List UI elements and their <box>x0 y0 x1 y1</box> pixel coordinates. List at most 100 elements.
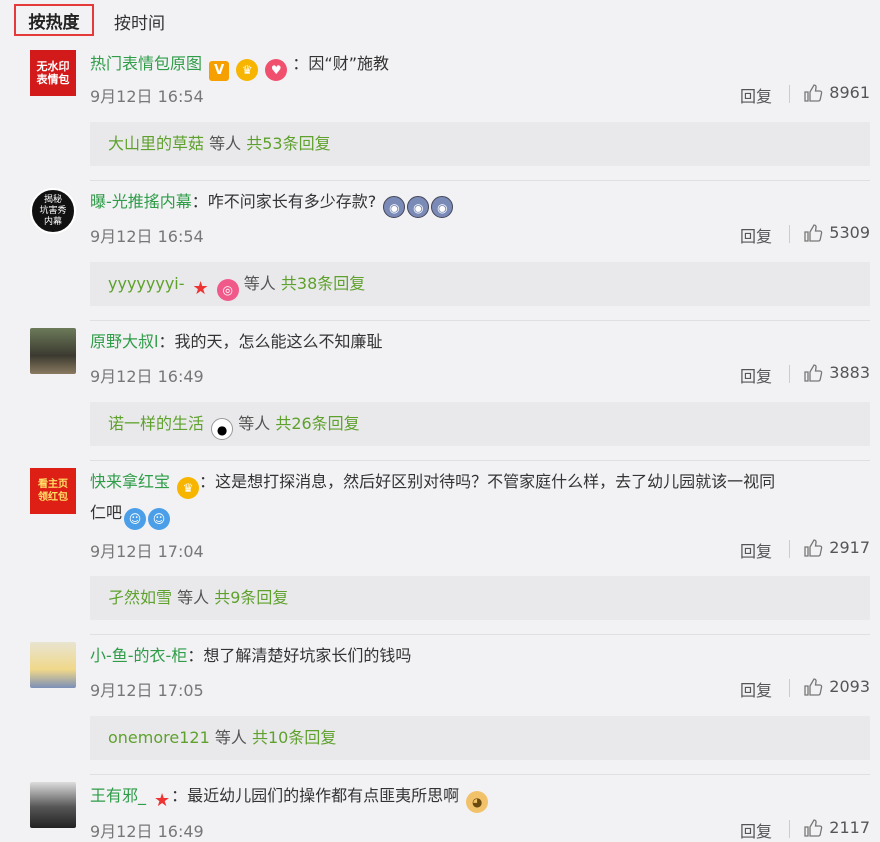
divider <box>789 679 790 697</box>
reply-count-link[interactable]: 共9条回复 <box>214 588 288 607</box>
comment-text: 这是想打探消息，然后好区别对待吗？不管家庭什么样，去了幼儿园就该一视同 <box>215 472 776 491</box>
star-icon: ★ <box>192 278 209 299</box>
comment-line: 原野大叔l：我的天，怎么能这么不知廉耻 <box>90 332 383 351</box>
divider <box>90 180 870 181</box>
comment-meta: 9月12日 16:49 回复 2117 <box>90 818 870 842</box>
comment-meta: 9月12日 16:49 回复 3883 <box>90 363 870 387</box>
like-count: 5309 <box>829 223 870 242</box>
comment-text: 咋不问家长有多少存款? <box>207 192 377 211</box>
reply-username[interactable]: 大山里的草菇 <box>108 134 204 153</box>
reply-count-link[interactable]: 共53条回复 <box>246 134 330 153</box>
comment-username[interactable]: 王有邪_ <box>90 786 146 805</box>
shrug-icon: ☺ <box>148 508 171 530</box>
comment-time: 9月12日 16:49 <box>90 367 204 386</box>
divider <box>90 634 870 635</box>
avatar[interactable]: 无水印 表情包 <box>30 50 76 96</box>
comment-time: 9月12日 16:54 <box>90 87 204 106</box>
comment-meta: 9月12日 17:05 回复 2093 <box>90 677 870 701</box>
crying-face-icon: ◉ <box>431 196 454 218</box>
like-count: 2917 <box>829 538 870 557</box>
reply-username[interactable]: onemore121 <box>108 728 210 747</box>
shrug-icon: ☺ <box>124 508 147 530</box>
comment-line: 曝-光推搖内幕：咋不问家长有多少存款? ◉ ◉ ◉ <box>90 188 860 218</box>
comment-time: 9月12日 16:54 <box>90 227 204 246</box>
divider <box>90 320 870 321</box>
comment-username[interactable]: 小-鱼-的衣-柜 <box>90 646 187 665</box>
crying-face-icon: ◉ <box>383 196 406 218</box>
reply-count-link[interactable]: 共26条回复 <box>275 414 359 433</box>
comment-text: 因“财”施教 <box>308 54 389 73</box>
comment-meta: 9月12日 17:04 回复 2917 <box>90 538 870 562</box>
comment-meta: 9月12日 16:54 回复 8961 <box>90 83 870 107</box>
avatar[interactable]: 看主页 领红包 <box>30 468 76 514</box>
reply-others-label: 等人 <box>209 134 242 153</box>
like-count: 2093 <box>829 677 870 696</box>
reply-button[interactable]: 回复 <box>740 223 772 247</box>
divider <box>789 365 790 383</box>
thumbs-up-icon[interactable] <box>803 677 823 697</box>
reply-button[interactable]: 回复 <box>740 677 772 701</box>
thumbs-up-icon[interactable] <box>803 83 823 103</box>
divider <box>789 820 790 838</box>
sort-tabs: 按热度 按时间 <box>0 0 880 40</box>
reply-username[interactable]: 孑然如雪 <box>108 588 172 607</box>
divider <box>90 460 870 461</box>
like-count: 8961 <box>829 83 870 102</box>
avatar[interactable] <box>30 642 76 688</box>
comment-line: 小-鱼-的衣-柜：想了解清楚好坑家长们的钱吗 <box>90 646 412 665</box>
reply-count-link[interactable]: 共38条回复 <box>281 274 365 293</box>
reply-summary[interactable]: onemore121 等人 共10条回复 <box>90 716 870 760</box>
reply-button[interactable]: 回复 <box>740 83 772 107</box>
comment-username[interactable]: 曝-光推搖内幕 <box>90 192 192 211</box>
reply-button[interactable]: 回复 <box>740 363 772 387</box>
divider <box>90 774 870 775</box>
comment-time: 9月12日 16:49 <box>90 822 204 841</box>
thumbs-up-icon[interactable] <box>803 223 823 243</box>
like-count: 3883 <box>829 363 870 382</box>
comment-username[interactable]: 热门表情包原图 <box>90 54 202 73</box>
crown-icon: ♛ <box>177 477 200 499</box>
panda-icon: ● <box>211 418 234 440</box>
tab-sort-by-hot[interactable]: 按热度 <box>14 4 94 36</box>
crying-face-icon: ◉ <box>407 196 430 218</box>
thumbs-up-icon[interactable] <box>803 363 823 383</box>
avatar[interactable] <box>30 328 76 374</box>
reply-summary[interactable]: yyyyyyyi- ★ ◎ 等人 共38条回复 <box>90 262 870 306</box>
reply-username[interactable]: 诺一样的生活 <box>108 414 204 433</box>
thumbs-up-icon[interactable] <box>803 818 823 838</box>
divider <box>789 225 790 243</box>
divider <box>789 540 790 558</box>
tab-sort-by-time[interactable]: 按时间 <box>114 9 165 34</box>
comment-meta: 9月12日 16:54 回复 5309 <box>90 223 870 247</box>
comment-line: 热门表情包原图 V ♛ ♥ ：因“财”施教 <box>90 50 860 81</box>
reply-others-label: 等人 <box>214 728 247 747</box>
comment-text: 想了解清楚好坑家长们的钱吗 <box>203 646 412 665</box>
reply-count-link[interactable]: 共10条回复 <box>252 728 336 747</box>
reply-summary[interactable]: 孑然如雪 等人 共9条回复 <box>90 576 870 620</box>
comment-time: 9月12日 17:04 <box>90 542 204 561</box>
donut-icon: ◎ <box>216 279 239 301</box>
comment-text-continued: 仁吧 <box>90 503 123 522</box>
thumbs-up-icon[interactable] <box>803 538 823 558</box>
comment-text: 我的天，怎么能这么不知廉耻 <box>174 332 383 351</box>
reply-summary[interactable]: 大山里的草菇 等人 共53条回复 <box>90 122 870 166</box>
comment-username[interactable]: 快来拿红宝 <box>90 472 170 491</box>
avatar[interactable]: 揭秘 坑害秀 内幕 <box>30 188 76 234</box>
reply-others-label: 等人 <box>243 274 276 293</box>
vip-icon: V <box>209 61 230 81</box>
heart-icon: ♥ <box>265 59 288 81</box>
comment-time: 9月12日 17:05 <box>90 681 204 700</box>
comment-username[interactable]: 原野大叔l <box>90 332 158 351</box>
star-icon: ★ <box>154 790 171 811</box>
reply-button[interactable]: 回复 <box>740 818 772 842</box>
reply-others-label: 等人 <box>177 588 210 607</box>
divider <box>789 85 790 103</box>
reply-summary[interactable]: 诺一样的生活 ● 等人 共26条回复 <box>90 402 870 446</box>
reply-username[interactable]: yyyyyyyi- <box>108 274 185 293</box>
comment-text: 最近幼儿园们的操作都有点匪夷所思啊 <box>187 786 460 805</box>
avatar[interactable] <box>30 782 76 828</box>
reply-button[interactable]: 回复 <box>740 538 772 562</box>
comment-line: 王有邪_ ★：最近幼儿园们的操作都有点匪夷所思啊 ◕ <box>90 782 860 813</box>
comment-line: 快来拿红宝 ♛ ：这是想打探消息，然后好区别对待吗？不管家庭什么样，去了幼儿园就该… <box>90 468 860 530</box>
reply-others-label: 等人 <box>238 414 271 433</box>
